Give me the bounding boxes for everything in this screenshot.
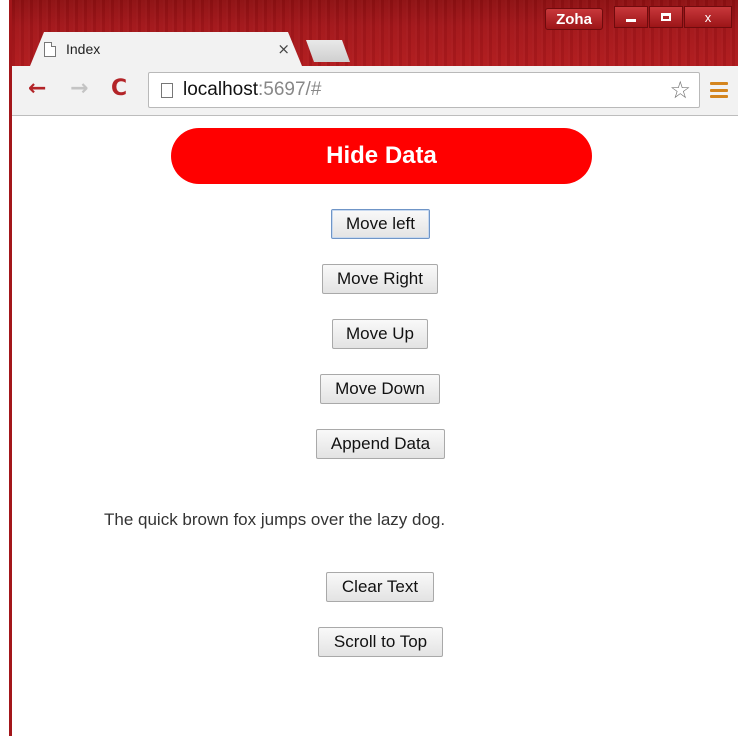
hamburger-menu-icon[interactable] — [710, 82, 728, 98]
tab-close-icon[interactable]: × — [277, 40, 290, 58]
window-left-border — [0, 0, 12, 736]
minimize-icon — [626, 18, 636, 22]
star-icon[interactable]: ☆ — [669, 76, 691, 104]
hide-data-button[interactable]: Hide Data — [171, 128, 592, 184]
address-bar[interactable]: localhost:5697/# ☆ — [148, 72, 700, 108]
sample-text: The quick brown fox jumps over the lazy … — [104, 510, 446, 529]
tab-title: Index — [66, 41, 101, 57]
page-favicon-icon — [44, 41, 56, 57]
move-left-button[interactable]: Move left — [331, 209, 430, 239]
forward-arrow-icon[interactable]: → — [70, 76, 88, 101]
url-host: localhost — [183, 79, 258, 100]
scroll-to-top-button[interactable]: Scroll to Top — [318, 627, 443, 657]
close-window-button[interactable]: x — [684, 6, 732, 28]
browser-window: Zoha x Index × ← → C localhost:5697/# ☆ … — [0, 0, 738, 736]
page-icon — [161, 82, 173, 98]
profile-button[interactable]: Zoha — [545, 8, 603, 30]
reload-icon[interactable]: C — [111, 76, 127, 101]
window-controls: x — [614, 6, 733, 28]
move-right-button[interactable]: Move Right — [322, 264, 438, 294]
maximize-icon — [661, 13, 671, 21]
maximize-button[interactable] — [649, 6, 683, 28]
url-path: :5697/# — [258, 79, 322, 100]
tab-content: Index × — [44, 32, 294, 66]
append-data-button[interactable]: Append Data — [316, 429, 445, 459]
move-down-button[interactable]: Move Down — [320, 374, 440, 404]
close-icon: x — [704, 9, 712, 25]
move-up-button[interactable]: Move Up — [332, 319, 428, 349]
minimize-button[interactable] — [614, 6, 648, 28]
back-arrow-icon[interactable]: ← — [28, 76, 46, 101]
clear-text-button[interactable]: Clear Text — [326, 572, 434, 602]
